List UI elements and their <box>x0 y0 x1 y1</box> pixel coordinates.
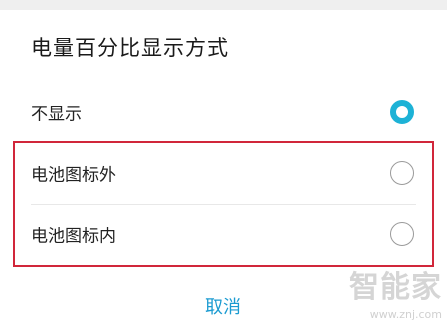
watermark: 智能家 www.znj.com <box>336 268 442 328</box>
radio-unselected-icon[interactable] <box>390 161 414 185</box>
watermark-url: www.znj.com <box>369 308 442 321</box>
option-outside-battery[interactable]: 电池图标外 <box>0 145 447 201</box>
radio-unselected-icon[interactable] <box>390 222 414 246</box>
option-label-inside-battery: 电池图标内 <box>31 226 116 247</box>
option-label-outside-battery: 电池图标外 <box>31 165 116 186</box>
watermark-logo: 智能家 <box>349 270 442 305</box>
option-hide[interactable]: 不显示 <box>0 84 447 140</box>
radio-selected-icon[interactable] <box>390 100 414 124</box>
option-inside-battery[interactable]: 电池图标内 <box>0 206 447 262</box>
battery-percentage-dialog: 电量百分比显示方式 不显示 电池图标外 电池图标内 取消 智能家 www.znj… <box>0 0 447 330</box>
top-strip <box>0 0 447 10</box>
dialog-title: 电量百分比显示方式 <box>31 36 229 60</box>
option-divider <box>31 204 416 205</box>
option-label-hide: 不显示 <box>31 104 82 125</box>
cancel-button[interactable]: 取消 <box>185 292 261 324</box>
